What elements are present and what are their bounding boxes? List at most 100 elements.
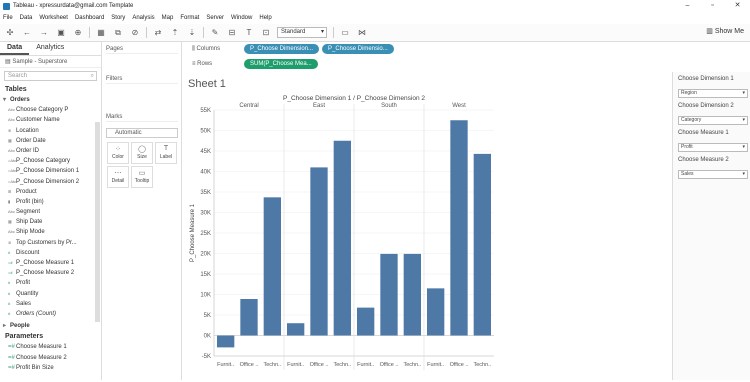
close-icon[interactable]: ✕ <box>725 0 750 12</box>
color-button[interactable]: ⁘ Color <box>107 142 129 164</box>
sort-desc-icon[interactable]: ⇣ <box>186 27 198 39</box>
parameter-item[interactable]: =# Choose Measure 2 <box>0 353 101 363</box>
menu-story[interactable]: Story <box>111 15 125 21</box>
columns-shelf[interactable]: ⫼ Columns P_Choose Dimension... P_Choose… <box>182 42 750 56</box>
new-datasource-icon[interactable]: ⊕ <box>72 27 84 39</box>
pages-card[interactable]: Pages <box>106 44 178 54</box>
dimension-icon: Abc <box>8 147 15 153</box>
field-item[interactable]: =# P_Choose Measure 2 <box>0 268 101 278</box>
search-input[interactable]: Search ⌕ <box>4 71 97 81</box>
menu-worksheet[interactable]: Worksheet <box>39 15 68 21</box>
dimension-icon: ⊕ <box>8 127 12 133</box>
menu-window[interactable]: Window <box>231 15 252 21</box>
presentation-icon[interactable]: ▭ <box>339 27 351 39</box>
detail-button[interactable]: ⋯ Detail <box>107 166 129 188</box>
x-tick-label: Office .. <box>450 362 469 368</box>
field-item[interactable]: =Abc P_Choose Category <box>0 156 101 166</box>
mark-type-dropdown[interactable]: Automatic <box>106 128 178 138</box>
y-tick-label: 0K <box>204 334 211 340</box>
rows-pill[interactable]: SUM(P_Choose Mea... <box>244 59 318 69</box>
bar <box>473 153 491 336</box>
columns-pill[interactable]: P_Choose Dimensio... <box>322 44 394 54</box>
field-label: Ship Mode <box>16 229 45 236</box>
field-item[interactable]: =Abc P_Choose Dimension 2 <box>0 177 101 187</box>
duplicate-icon[interactable]: ⧉ <box>112 27 124 39</box>
sort-asc-icon[interactable]: ⇡ <box>169 27 181 39</box>
fit-dropdown[interactable]: Standard <box>277 27 327 38</box>
field-item[interactable]: ⊞ Product <box>0 187 101 197</box>
rows-shelf[interactable]: ≡ Rows SUM(P_Choose Mea... <box>182 57 750 71</box>
tab-analytics[interactable]: Analytics <box>29 42 71 55</box>
param-select-dimension-2[interactable]: Category <box>678 116 748 125</box>
filters-card[interactable]: Filters <box>106 74 178 84</box>
bar <box>240 299 258 336</box>
clear-icon[interactable]: ⊘ <box>129 27 141 39</box>
field-item[interactable]: Abc Customer Name <box>0 115 101 125</box>
tooltip-button[interactable]: ▭ Tooltip <box>131 166 153 188</box>
data-pane-scrollbar[interactable] <box>95 122 100 322</box>
group-icon[interactable]: ⊟ <box>226 27 238 39</box>
field-item[interactable]: ▦ Ship Date <box>0 217 101 227</box>
detail-label: Detail <box>111 178 125 184</box>
title-bar: Tableau - xpressurdata@gmail.com Templat… <box>0 0 750 12</box>
label-button[interactable]: T Label <box>155 142 177 164</box>
menu-file[interactable]: File <box>3 15 13 21</box>
menu-help[interactable]: Help <box>259 15 271 21</box>
field-item[interactable]: # Orders (Count) <box>0 309 101 319</box>
field-item[interactable]: ▮ Profit (bin) <box>0 197 101 207</box>
show-me-button[interactable]: ▥ Show Me <box>706 27 744 35</box>
menu-map[interactable]: Map <box>162 15 174 21</box>
menu-format[interactable]: Format <box>180 15 199 21</box>
field-item[interactable]: ▦ Order Date <box>0 136 101 146</box>
tooltip-label: Tooltip <box>134 178 150 184</box>
labels-icon[interactable]: T <box>243 27 255 39</box>
y-tick-label: 30K <box>200 211 211 217</box>
people-table-label: People <box>10 323 30 330</box>
rows-label-text: Rows <box>197 61 213 67</box>
menu-analysis[interactable]: Analysis <box>132 15 154 21</box>
parameter-item[interactable]: =# Choose Measure 1 <box>0 342 101 352</box>
datasource-item[interactable]: ▤ Sample - Superstore <box>0 56 101 68</box>
field-item[interactable]: Abc Segment <box>0 207 101 217</box>
field-item[interactable]: Abc Choose Category P <box>0 105 101 115</box>
save-icon[interactable]: ▣ <box>55 27 67 39</box>
field-item[interactable]: ⊕ Location <box>0 126 101 136</box>
orders-table[interactable]: ▾ Orders <box>0 95 101 105</box>
x-tick-label: Office .. <box>380 362 399 368</box>
field-item[interactable]: # Discount <box>0 248 101 258</box>
swap-icon[interactable]: ⇄ <box>152 27 164 39</box>
new-sheet-icon[interactable]: ▦ <box>95 27 107 39</box>
tableau-home-icon[interactable]: ✣ <box>4 27 16 39</box>
parameters-header: Parameters <box>5 333 44 341</box>
field-item[interactable]: # Sales <box>0 299 101 309</box>
field-item[interactable]: Abc Order ID <box>0 146 101 156</box>
parameter-item[interactable]: =# Profit Bin Size <box>0 363 101 373</box>
field-item[interactable]: Abc Ship Mode <box>0 227 101 237</box>
size-button[interactable]: ◯ Size <box>131 142 153 164</box>
datasource-name: Sample - Superstore <box>12 59 68 65</box>
highlight-icon[interactable]: ✎ <box>209 27 221 39</box>
menu-data[interactable]: Data <box>20 15 33 21</box>
fix-axes-icon[interactable]: ⊡ <box>260 27 272 39</box>
tab-data[interactable]: Data <box>0 42 30 55</box>
menu-dashboard[interactable]: Dashboard <box>75 15 104 21</box>
param-select-measure-1[interactable]: Profit <box>678 143 748 152</box>
columns-pill[interactable]: P_Choose Dimension... <box>244 44 320 54</box>
param-select-measure-2[interactable]: Sales <box>678 170 748 179</box>
field-item[interactable]: # Quantity <box>0 289 101 299</box>
marks-card-title: Marks <box>106 112 178 122</box>
people-table[interactable]: ▸ People <box>0 321 101 331</box>
field-item[interactable]: # Profit <box>0 278 101 288</box>
param-select-dimension-1[interactable]: Region <box>678 89 748 98</box>
maximize-icon[interactable]: ▫ <box>700 0 725 12</box>
share-icon[interactable]: ⋈ <box>356 27 368 39</box>
undo-icon[interactable]: ← <box>21 27 33 39</box>
param-control-dimension-2: Choose Dimension 2 Category <box>678 103 748 125</box>
redo-icon[interactable]: → <box>38 27 50 39</box>
field-item[interactable]: =# P_Choose Measure 1 <box>0 258 101 268</box>
field-item[interactable]: =Abc P_Choose Dimension 1 <box>0 166 101 176</box>
menu-server[interactable]: Server <box>206 15 224 21</box>
minimize-icon[interactable]: – <box>675 0 700 12</box>
field-item[interactable]: ⊚ Top Customers by Pr... <box>0 238 101 248</box>
label-label: Label <box>159 154 173 160</box>
